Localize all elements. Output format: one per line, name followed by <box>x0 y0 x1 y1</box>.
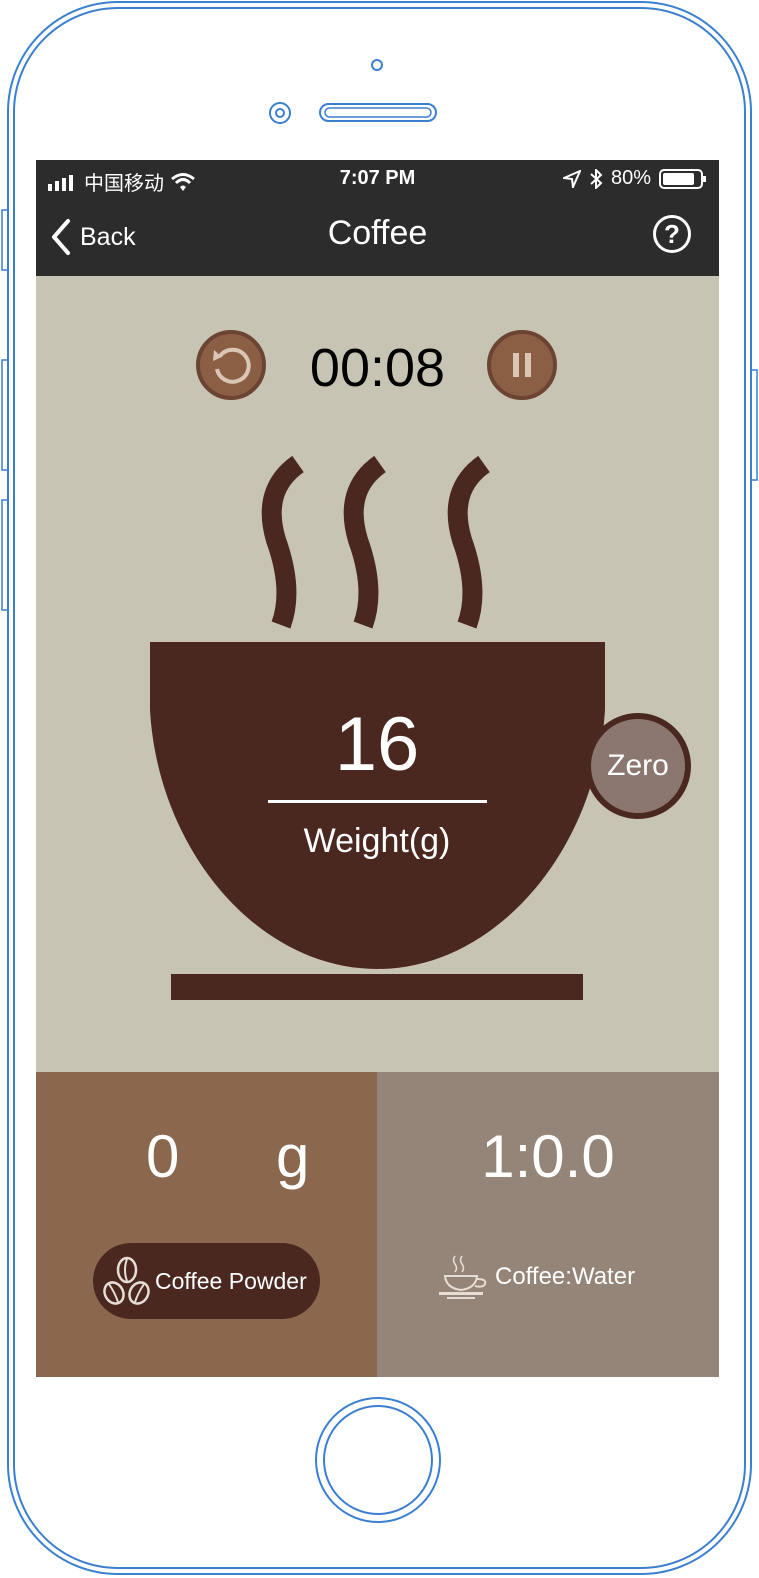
coffee-water-panel[interactable]: 1:0.0 Coffee:Water <box>377 1072 719 1377</box>
coffee-water-label: Coffee:Water <box>495 1263 636 1290</box>
pause-button[interactable] <box>487 330 557 400</box>
ratio-value: 1:0.0 <box>481 1123 615 1190</box>
powder-value: 0 <box>146 1123 180 1190</box>
battery-percent: 80% <box>610 167 651 189</box>
weight-divider <box>268 800 487 803</box>
pause-icon <box>513 353 531 377</box>
location-icon <box>562 169 581 188</box>
timer-display: 00:08 <box>309 338 446 398</box>
app-screen: 中国移动 7:07 PM 80% Back Coffee ? 00:08 16 … <box>36 160 719 1377</box>
coffee-water-button[interactable]: Coffee:Water <box>437 1252 635 1302</box>
help-icon[interactable]: ? <box>653 215 691 253</box>
status-bar: 中国移动 7:07 PM 80% <box>36 160 719 198</box>
cup-saucer <box>171 974 583 1000</box>
page-title: Coffee <box>327 214 428 252</box>
coffee-beans-icon <box>103 1256 150 1305</box>
cup-body <box>150 642 605 969</box>
weight-value: 16 <box>334 702 420 787</box>
coffee-powder-label: Coffee Powder <box>155 1267 307 1294</box>
timer-row: 00:08 <box>36 330 719 406</box>
coffee-powder-panel[interactable]: 0 g Coffee Powder <box>36 1072 377 1377</box>
battery-icon <box>659 168 706 189</box>
zero-button[interactable]: Zero <box>585 713 691 819</box>
powder-unit: g <box>276 1123 310 1190</box>
steam-right <box>447 455 491 629</box>
steam-left <box>261 455 305 629</box>
navigation-bar: Back Coffee ? <box>36 198 719 276</box>
weight-label: Weight(g) <box>303 822 451 860</box>
coffee-cup-icon <box>439 1255 487 1299</box>
bluetooth-icon <box>590 168 603 189</box>
steam-middle <box>343 455 387 629</box>
coffee-powder-button[interactable]: Coffee Powder <box>93 1243 320 1319</box>
